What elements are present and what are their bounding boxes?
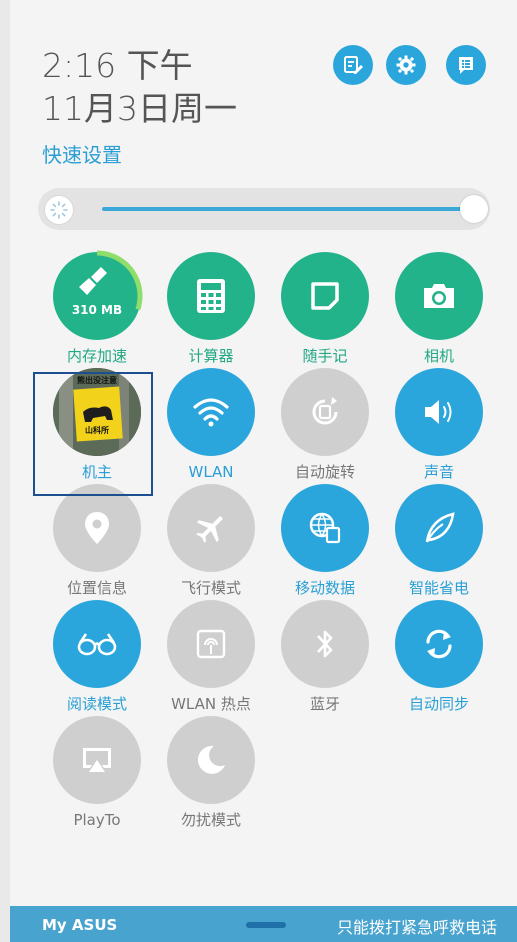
leaf-icon: [421, 510, 457, 546]
moon-toggle-circle: [167, 716, 255, 804]
clock-date: 11月3日周一: [42, 89, 237, 128]
tile-label: 蓝牙: [309, 695, 340, 713]
moon-icon: [194, 743, 228, 777]
list-icon: [455, 54, 477, 76]
tile-glasses[interactable]: 阅读模式: [40, 595, 154, 715]
tile-airplane[interactable]: 飞行模式: [154, 479, 268, 599]
left-edge: [0, 0, 10, 942]
tile-label: PlayTo: [73, 811, 121, 829]
tile-playto[interactable]: PlayTo: [40, 711, 154, 831]
tile-leaf[interactable]: 智能省电: [382, 479, 496, 599]
bluetooth-icon: [313, 626, 337, 662]
mobile-data-toggle-circle: [281, 484, 369, 572]
calculator-icon: [194, 277, 228, 315]
tile-label: 勿扰模式: [180, 811, 241, 829]
tile-bluetooth[interactable]: 蓝牙: [268, 595, 382, 715]
tile-location[interactable]: 位置信息: [40, 479, 154, 599]
broom-toggle-circle: 310 MB: [51, 250, 143, 342]
tile-sound[interactable]: 声音: [382, 363, 496, 483]
tile-hotspot[interactable]: WLAN 热点: [154, 595, 268, 715]
sync-toggle-circle: [395, 600, 483, 688]
edit-icon: [342, 54, 364, 76]
brightness-slider-thumb[interactable]: [460, 195, 488, 223]
tile-camera[interactable]: 相机: [382, 247, 496, 367]
hotspot-icon: [194, 627, 228, 661]
rotate-icon: [308, 395, 342, 429]
tile-note[interactable]: 随手记: [268, 247, 382, 367]
tile-wifi[interactable]: WLAN: [154, 363, 268, 483]
hotspot-toggle-circle: [167, 600, 255, 688]
location-toggle-circle: [53, 484, 141, 572]
selection-highlight: [33, 372, 153, 496]
glasses-icon: [76, 630, 118, 658]
tile-mobile-data[interactable]: 移动数据: [268, 479, 382, 599]
tile-label: 自动同步: [408, 695, 469, 713]
glasses-toggle-circle: [53, 600, 141, 688]
tile-moon[interactable]: 勿扰模式: [154, 711, 268, 831]
bottom-bar: My ASUS 只能拨打紧急呼救电话: [10, 906, 517, 942]
playto-toggle-circle: [53, 716, 141, 804]
sound-icon: [420, 396, 458, 428]
rotate-toggle-circle: [281, 368, 369, 456]
drag-handle[interactable]: [246, 922, 286, 928]
edit-button[interactable]: [333, 45, 373, 85]
tile-sync[interactable]: 自动同步: [382, 595, 496, 715]
note-toggle-circle: [281, 252, 369, 340]
sync-icon: [420, 625, 458, 663]
note-icon: [308, 279, 342, 313]
wifi-icon: [191, 396, 231, 428]
emergency-calls-text: 只能拨打紧急呼救电话: [336, 918, 497, 937]
settings-button[interactable]: [386, 45, 426, 85]
my-asus-link[interactable]: My ASUS: [42, 916, 117, 934]
notifications-list-button[interactable]: [446, 45, 486, 85]
brightness-icon: [44, 195, 74, 225]
clock-time: 2:16 下午: [42, 46, 193, 85]
tile-broom[interactable]: 310 MB 内存加速: [40, 247, 154, 367]
wifi-toggle-circle: [167, 368, 255, 456]
calculator-toggle-circle: [167, 252, 255, 340]
airplane-icon: [193, 510, 229, 546]
memory-ring: [51, 250, 143, 342]
camera-icon: [421, 281, 457, 311]
quick-settings-title[interactable]: 快速设置: [42, 141, 122, 169]
leaf-toggle-circle: [395, 484, 483, 572]
playto-icon: [79, 744, 115, 776]
bluetooth-toggle-circle: [281, 600, 369, 688]
brightness-level-bar: [102, 207, 472, 211]
mobile-data-icon: [306, 509, 344, 547]
airplane-toggle-circle: [167, 484, 255, 572]
location-icon: [83, 510, 111, 546]
gear-icon: [395, 54, 417, 76]
camera-toggle-circle: [395, 252, 483, 340]
sound-toggle-circle: [395, 368, 483, 456]
tile-calculator[interactable]: 计算器: [154, 247, 268, 367]
tile-rotate[interactable]: 自动旋转: [268, 363, 382, 483]
